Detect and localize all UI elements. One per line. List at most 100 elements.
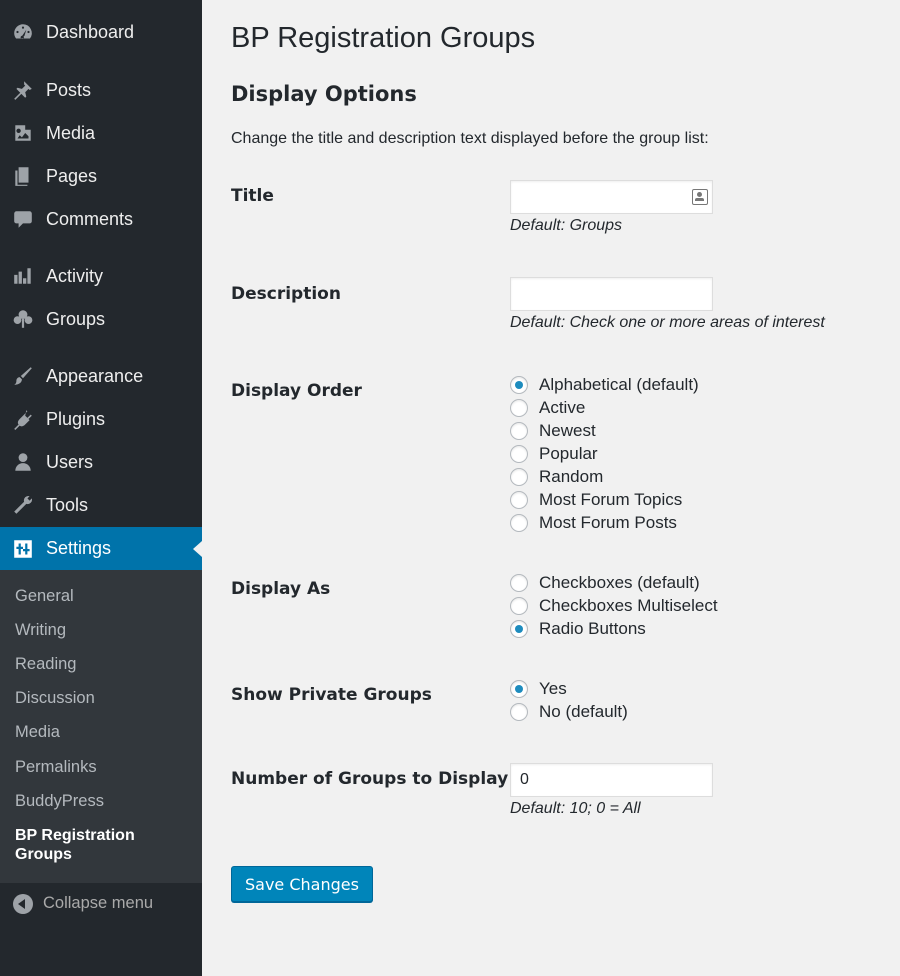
sidebar-item-settings[interactable]: Settings (0, 527, 202, 570)
sidebar-item-label: Dashboard (46, 21, 135, 42)
number-of-groups-field-group: 0 Default: 10; 0 = All (510, 763, 713, 818)
description-input[interactable] (510, 277, 713, 311)
admin-sidebar: Dashboard Posts Media Pages Comments Act… (0, 0, 202, 976)
brush-icon (12, 365, 34, 387)
radio-button[interactable] (510, 467, 528, 486)
display-order-label: Display Order (231, 381, 362, 401)
sidebar-item-dashboard[interactable]: Dashboard (0, 12, 202, 52)
sidebar-item-label: Media (46, 122, 96, 143)
radio-option[interactable]: No (default) (510, 700, 628, 723)
radio-option[interactable]: Active (510, 396, 699, 419)
submenu-item-media[interactable]: Media (15, 722, 60, 742)
radio-button[interactable] (510, 573, 528, 592)
radio-label: Radio Buttons (539, 618, 646, 638)
dashboard-icon (12, 21, 34, 43)
display-as-options: Checkboxes (default) Checkboxes Multisel… (510, 571, 718, 640)
sidebar-item-pages[interactable]: Pages (0, 156, 202, 196)
sidebar-item-groups[interactable]: Groups (0, 299, 202, 339)
radio-label: Yes (539, 678, 567, 698)
sidebar-item-label: Comments (46, 208, 134, 229)
radio-button[interactable] (510, 490, 528, 509)
number-of-groups-hint: Default: 10; 0 = All (510, 800, 641, 817)
sidebar-item-label: Tools (46, 494, 89, 515)
sidebar-item-label: Appearance (46, 365, 144, 386)
sidebar-item-label: Posts (46, 79, 92, 100)
title-input[interactable] (510, 180, 713, 214)
radio-button[interactable] (510, 398, 528, 417)
settings-submenu: General Writing Reading Discussion Media… (0, 570, 202, 883)
radio-option[interactable]: Alphabetical (default) (510, 373, 699, 396)
section-title: Display Options (231, 82, 417, 106)
radio-option[interactable]: Yes (510, 677, 628, 700)
save-changes-button[interactable]: Save Changes (231, 866, 373, 902)
radio-label: Active (539, 397, 586, 417)
radio-option[interactable]: Checkboxes Multiselect (510, 594, 718, 617)
radio-button[interactable] (510, 375, 528, 394)
sidebar-item-posts[interactable]: Posts (0, 70, 202, 110)
radio-option[interactable]: Radio Buttons (510, 617, 718, 640)
radio-label: Popular (539, 443, 598, 463)
pin-icon (12, 79, 34, 101)
radio-button[interactable] (510, 444, 528, 463)
sidebar-item-label: Activity (46, 265, 104, 286)
number-of-groups-value: 0 (520, 771, 529, 788)
sidebar-item-activity[interactable]: Activity (0, 256, 202, 296)
plug-icon (12, 408, 34, 430)
sidebar-item-tools[interactable]: Tools (0, 485, 202, 525)
page-title: BP Registration Groups (231, 22, 536, 54)
show-private-groups-options: Yes No (default) (510, 677, 628, 723)
submenu-item-buddypress[interactable]: BuddyPress (15, 791, 104, 811)
sidebar-item-label: Groups (46, 308, 106, 329)
collapse-arrow-icon (13, 894, 33, 914)
description-hint: Default: Check one or more areas of inte… (510, 314, 825, 331)
sidebar-item-label: Users (46, 451, 94, 472)
sidebar-item-plugins[interactable]: Plugins (0, 399, 202, 439)
radio-button[interactable] (510, 421, 528, 440)
submenu-item-writing[interactable]: Writing (15, 620, 66, 640)
radio-option[interactable]: Most Forum Topics (510, 488, 699, 511)
title-field-group: Default: Groups (510, 180, 713, 235)
radio-label: Checkboxes (default) (539, 572, 700, 592)
submenu-item-discussion[interactable]: Discussion (15, 688, 95, 708)
contact-card-icon[interactable] (692, 189, 708, 205)
description-label: Description (231, 284, 341, 304)
submenu-item-permalinks[interactable]: Permalinks (15, 757, 97, 777)
radio-button[interactable] (510, 513, 528, 532)
radio-label: Checkboxes Multiselect (539, 595, 718, 615)
current-menu-arrow (193, 540, 202, 557)
radio-option[interactable]: Checkboxes (default) (510, 571, 718, 594)
radio-button[interactable] (510, 619, 528, 638)
media-icon (12, 122, 34, 144)
comment-icon (12, 208, 34, 230)
submenu-item-general[interactable]: General (15, 586, 74, 606)
radio-button[interactable] (510, 679, 528, 698)
sidebar-item-users[interactable]: Users (0, 442, 202, 482)
title-hint: Default: Groups (510, 217, 623, 234)
sidebar-item-appearance[interactable]: Appearance (0, 356, 202, 396)
wrench-icon (12, 494, 34, 516)
radio-button[interactable] (510, 596, 528, 615)
display-order-options: Alphabetical (default) Active Newest Pop… (510, 373, 699, 534)
sidebar-item-label: Pages (46, 165, 98, 186)
number-of-groups-input[interactable]: 0 (510, 763, 713, 797)
radio-button[interactable] (510, 702, 528, 721)
number-of-groups-label: Number of Groups to Display (231, 769, 509, 789)
radio-label: Random (539, 466, 604, 486)
radio-label: Most Forum Posts (539, 512, 677, 532)
user-icon (12, 451, 34, 473)
submenu-item-reading[interactable]: Reading (15, 654, 76, 674)
radio-option[interactable]: Popular (510, 442, 699, 465)
radio-label: Most Forum Topics (539, 489, 683, 509)
radio-option[interactable]: Random (510, 465, 699, 488)
radio-label: Alphabetical (default) (539, 374, 699, 394)
radio-option[interactable]: Newest (510, 419, 699, 442)
radio-label: Newest (539, 420, 596, 440)
sidebar-item-media[interactable]: Media (0, 113, 202, 153)
submenu-item-bp-registration-groups[interactable]: BP Registration Groups (15, 826, 190, 864)
sidebar-item-comments[interactable]: Comments (0, 199, 202, 239)
sidebar-item-label: Settings (46, 538, 112, 558)
title-label: Title (231, 186, 274, 206)
radio-option[interactable]: Most Forum Posts (510, 511, 699, 534)
collapse-menu-button[interactable]: Collapse menu (0, 884, 202, 924)
show-private-groups-label: Show Private Groups (231, 685, 432, 705)
